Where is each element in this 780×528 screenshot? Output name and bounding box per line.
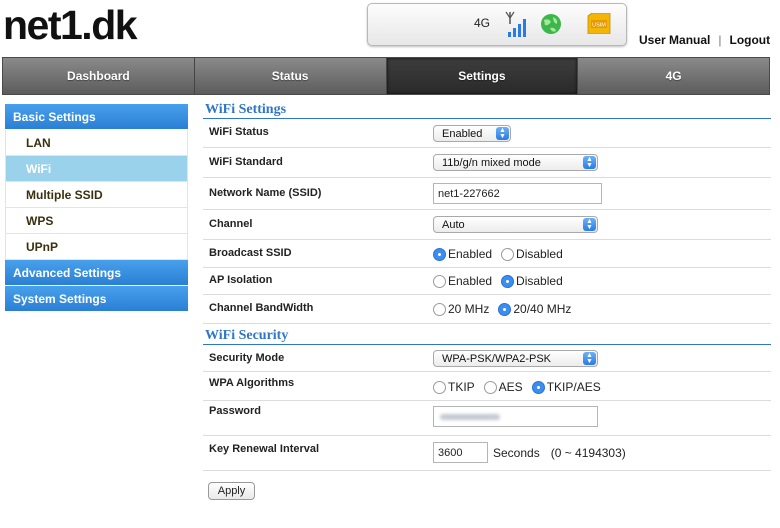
sidebar-group-basic[interactable]: Basic Settings [5,104,188,130]
isolation-disabled-radio[interactable]: Disabled [501,274,563,288]
wifi-security-heading: WiFi Security [203,328,771,345]
sidebar-item-lan[interactable]: LAN [5,130,188,156]
ssid-row: Network Name (SSID) net1-227662 [203,178,771,210]
ssid-label: Network Name (SSID) [209,187,322,199]
signal-bars-icon [505,11,526,37]
tab-status[interactable]: Status [195,58,387,94]
radio-selected-icon [498,302,512,316]
network-type-text: 4G [474,16,491,30]
security-mode-select[interactable]: WPA-PSK/WPA2-PSK ▲ ▼ [433,350,598,367]
channel-label: Channel [209,218,253,230]
wifi-settings-form: WiFi Settings WiFi Status Enabled ▲ ▼ WiF… [203,102,771,471]
select-arrows-icon: ▲ ▼ [496,127,509,140]
apply-button[interactable]: Apply [208,482,255,500]
ap-isolation-row: AP Isolation Enabled Disabled [203,268,771,295]
password-row: Password [203,401,771,436]
password-label: Password [209,405,261,417]
radio-selected-icon [531,380,545,394]
broadcast-ssid-row: Broadcast SSID Enabled Disabled [203,240,771,268]
radio-selected-icon [433,247,446,261]
key-renewal-label: Key Renewal Interval [209,443,320,455]
isolation-enabled-radio[interactable]: Enabled [433,274,492,288]
password-input[interactable] [433,406,598,427]
key-renewal-range: (0 ~ 4194303) [550,445,626,460]
svg-text:USIM: USIM [592,23,606,29]
wifi-standard-label: WiFi Standard [209,156,283,168]
wpa-algorithms-row: WPA Algorithms TKIP AES TKIP/AES [203,372,771,401]
channel-select[interactable]: Auto ▲ ▼ [433,216,598,233]
key-renewal-unit: Seconds [493,445,540,460]
radio-selected-icon [501,274,515,288]
select-arrows-icon: ▲ ▼ [583,218,596,231]
security-mode-row: Security Mode WPA-PSK/WPA2-PSK ▲ ▼ [203,345,771,372]
wifi-standard-select[interactable]: 11b/g/n mixed mode ▲ ▼ [433,154,598,171]
radio-unselected-icon [501,247,515,261]
sidebar-item-wifi[interactable]: WiFi [5,156,188,182]
key-renewal-row: Key Renewal Interval 3600 Seconds (0 ~ 4… [203,436,771,471]
broadcast-disabled-radio[interactable]: Disabled [501,247,563,261]
select-arrows-icon: ▲ ▼ [583,156,596,169]
wifi-status-select[interactable]: Enabled ▲ ▼ [433,125,511,142]
globe-icon [541,14,561,34]
key-renewal-input[interactable]: 3600 [433,442,488,463]
algo-tkip-radio[interactable]: TKIP [433,380,475,394]
bandwidth-label: Channel BandWidth [209,302,314,314]
radio-unselected-icon [433,274,446,288]
broadcast-enabled-radio[interactable]: Enabled [433,247,492,261]
radio-unselected-icon [433,302,446,316]
radio-unselected-icon [433,380,446,394]
ap-isolation-label: AP Isolation [209,274,273,286]
wifi-standard-row: WiFi Standard 11b/g/n mixed mode ▲ ▼ [203,148,771,178]
channel-value: Auto [442,218,465,231]
device-status-panel: 4G USIM [367,3,627,46]
broadcast-ssid-label: Broadcast SSID [209,247,292,259]
sidebar-item-multiple-ssid[interactable]: Multiple SSID [5,182,188,208]
wifi-status-row: WiFi Status Enabled ▲ ▼ [203,119,771,148]
wpa-algorithms-label: WPA Algorithms [209,377,295,389]
wifi-standard-value: 11b/g/n mixed mode [442,156,541,169]
logout-link[interactable]: Logout [729,33,770,47]
main-nav: Dashboard Status Settings 4G [2,57,770,95]
bandwidth-row: Channel BandWidth 20 MHz 20/40 MHz [203,295,771,324]
sidebar-item-upnp[interactable]: UPnP [5,234,188,260]
usim-card-icon: USIM [587,13,611,34]
bandwidth-20-radio[interactable]: 20 MHz [433,302,489,316]
sidebar-item-wps[interactable]: WPS [5,208,188,234]
tab-settings[interactable]: Settings [386,58,579,94]
security-mode-value: WPA-PSK/WPA2-PSK [442,352,552,365]
wifi-status-label: WiFi Status [209,126,269,138]
brand-logo: net1.dk [3,2,138,48]
algo-tkip-aes-radio[interactable]: TKIP/AES [531,380,601,394]
tab-4g[interactable]: 4G [578,58,769,94]
sidebar-group-advanced[interactable]: Advanced Settings [5,260,188,286]
ssid-input[interactable]: net1-227662 [433,183,602,204]
wifi-status-value: Enabled [442,127,483,140]
link-separator: | [718,33,722,47]
top-links: User Manual | Logout [639,33,770,47]
obscured-password-text [440,413,500,420]
tab-dashboard[interactable]: Dashboard [3,58,195,94]
channel-row: Channel Auto ▲ ▼ [203,210,771,240]
radio-unselected-icon [483,380,497,394]
sidebar-group-system[interactable]: System Settings [5,286,188,312]
security-mode-label: Security Mode [209,352,285,364]
algo-aes-radio[interactable]: AES [483,380,523,394]
wifi-settings-heading: WiFi Settings [203,102,771,119]
select-arrows-icon: ▲ ▼ [583,352,596,365]
user-manual-link[interactable]: User Manual [639,33,710,47]
bandwidth-20-40-radio[interactable]: 20/40 MHz [498,302,571,316]
settings-sidebar: Basic Settings LAN WiFi Multiple SSID WP… [5,104,188,312]
